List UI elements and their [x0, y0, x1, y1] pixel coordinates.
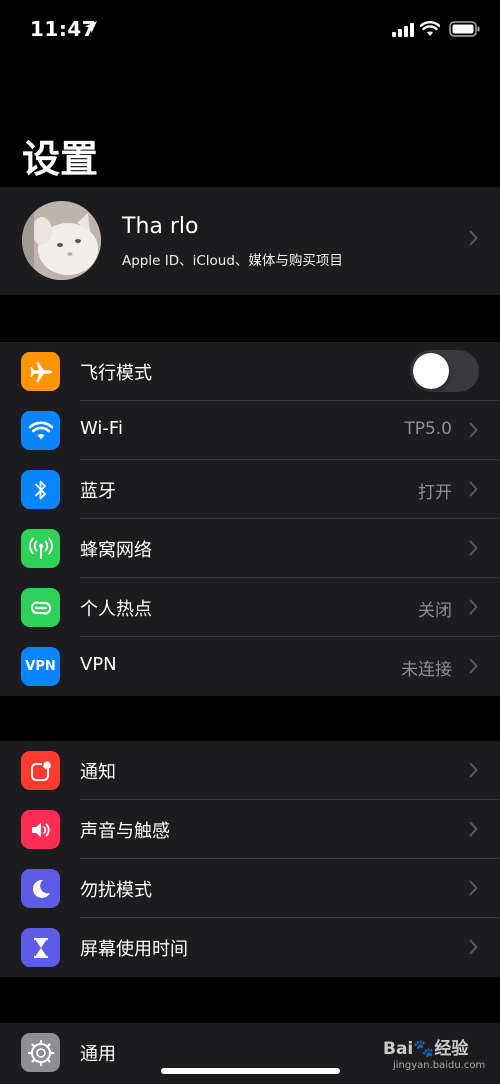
chevron-right-icon — [469, 821, 478, 837]
vpn-value: 未连接 — [401, 660, 452, 680]
hotspot-label: 个人热点 — [80, 599, 152, 620]
airplane-mode-label: 飞行模式 — [80, 363, 152, 384]
chevron-right-icon — [469, 939, 478, 955]
cellular-row[interactable]: 蜂窝网络 — [0, 519, 500, 578]
toggle-knob — [413, 353, 449, 389]
chevron-right-icon — [469, 880, 478, 896]
wifi-icon — [420, 21, 440, 36]
chevron-right-icon — [469, 230, 478, 246]
dnd-label: 勿扰模式 — [80, 880, 152, 901]
notifications-row[interactable]: 通知 — [0, 741, 500, 800]
bluetooth-value: 打开 — [418, 483, 452, 503]
location-arrow-icon — [85, 21, 97, 33]
sounds-row[interactable]: 声音与触感 — [0, 800, 500, 859]
chevron-right-icon — [469, 422, 478, 438]
connectivity-group: 飞行模式 Wi-Fi TP5.0 蓝牙 打开 蜂窝网络 个人热点 关闭 VPN … — [0, 342, 500, 696]
hourglass-icon — [21, 928, 60, 967]
gear-icon — [21, 1033, 60, 1072]
wifi-icon — [21, 411, 60, 450]
baidu-watermark-logo: Bai🐾经验 — [383, 1039, 469, 1059]
cellular-signal-icon — [392, 23, 414, 37]
hotspot-value: 关闭 — [418, 601, 452, 621]
wifi-label: Wi-Fi — [80, 418, 123, 439]
wifi-row[interactable]: Wi-Fi TP5.0 — [0, 401, 500, 460]
screen-time-row[interactable]: 屏幕使用时间 — [0, 918, 500, 977]
airplane-mode-toggle[interactable] — [410, 350, 479, 392]
profile-name: Tha rlo — [122, 214, 199, 239]
hotspot-row[interactable]: 个人热点 关闭 — [0, 578, 500, 637]
avatar — [22, 201, 101, 280]
chevron-right-icon — [469, 762, 478, 778]
battery-icon — [449, 21, 480, 37]
notifications-label: 通知 — [80, 762, 116, 783]
chevron-right-icon — [469, 658, 478, 674]
chevron-right-icon — [469, 599, 478, 615]
apple-id-profile-row[interactable]: Tha rlo Apple ID、iCloud、媒体与购买项目 — [0, 187, 500, 295]
cellular-label: 蜂窝网络 — [80, 540, 152, 561]
bluetooth-label: 蓝牙 — [80, 481, 116, 502]
vpn-icon-text: VPN — [25, 659, 56, 674]
moon-icon — [21, 869, 60, 908]
status-bar: 11:47 — [0, 0, 500, 60]
vpn-row[interactable]: VPN VPN 未连接 — [0, 637, 500, 696]
screen-time-label: 屏幕使用时间 — [80, 939, 188, 960]
home-indicator[interactable] — [161, 1068, 340, 1074]
chevron-right-icon — [469, 481, 478, 497]
cellular-antenna-icon — [21, 529, 60, 568]
alerts-group: 通知 声音与触感 勿扰模式 屏幕使用时间 — [0, 741, 500, 977]
baidu-watermark-url: jingyan.baidu.com — [393, 1060, 486, 1071]
airplane-icon — [21, 352, 60, 391]
bluetooth-icon — [21, 470, 60, 509]
speaker-icon — [21, 810, 60, 849]
airplane-mode-row: 飞行模式 — [0, 342, 500, 401]
notifications-icon — [21, 751, 60, 790]
hotspot-link-icon — [21, 588, 60, 627]
sounds-label: 声音与触感 — [80, 821, 170, 842]
vpn-label: VPN — [80, 654, 117, 675]
vpn-icon: VPN — [21, 647, 60, 686]
general-label: 通用 — [80, 1044, 116, 1065]
chevron-right-icon — [469, 540, 478, 556]
profile-subtitle: Apple ID、iCloud、媒体与购买项目 — [122, 253, 343, 269]
bluetooth-row[interactable]: 蓝牙 打开 — [0, 460, 500, 519]
wifi-value: TP5.0 — [404, 419, 452, 439]
page-title: 设置 — [22, 137, 99, 181]
dnd-row[interactable]: 勿扰模式 — [0, 859, 500, 918]
